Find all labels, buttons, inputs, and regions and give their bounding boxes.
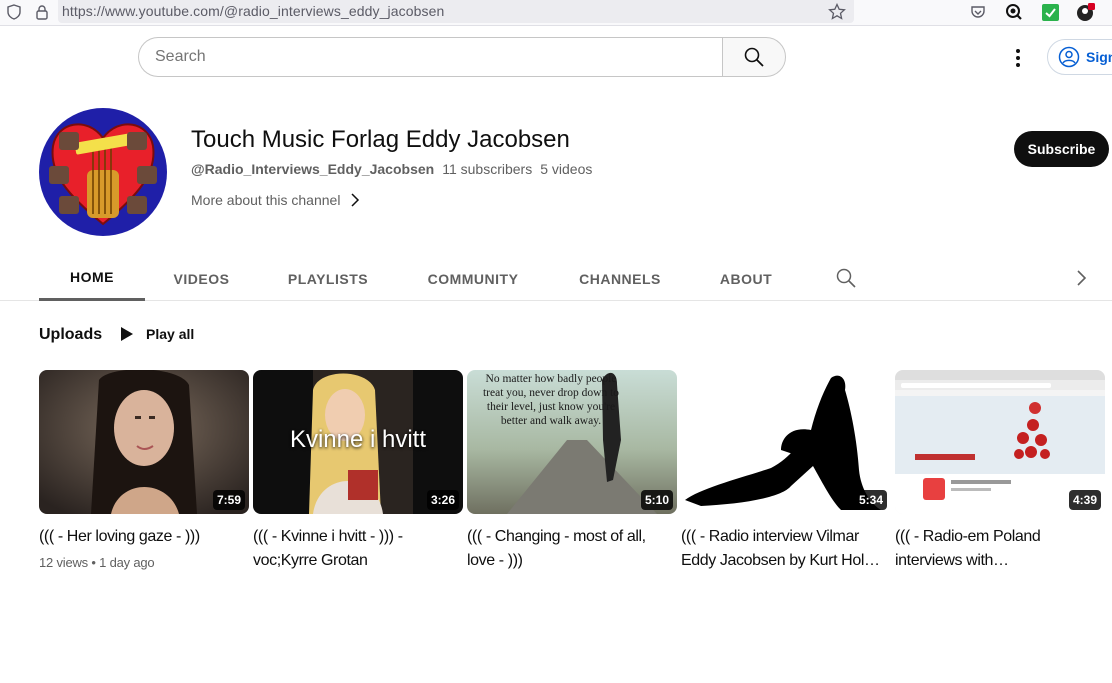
more-about-link[interactable]: More about this channel (191, 192, 360, 208)
video-meta: 12 views • 1 day ago (39, 555, 155, 570)
address-bar[interactable]: https://www.youtube.com/@radio_interview… (58, 0, 854, 23)
browser-toolbar: https://www.youtube.com/@radio_interview… (0, 0, 1112, 26)
tab-about[interactable]: ABOUT (708, 256, 784, 301)
video-duration: 3:26 (426, 490, 459, 510)
chevron-right-icon (351, 193, 360, 207)
more-about-label: More about this channel (191, 192, 341, 208)
subscribe-label: Subscribe (1027, 141, 1096, 157)
video-thumbnail[interactable]: No matter how badly people treat you, ne… (467, 370, 677, 514)
video-card: No matter how badly people treat you, ne… (467, 370, 677, 573)
search-input[interactable] (138, 37, 723, 77)
channel-tabs: HOME VIDEOS PLAYLISTS COMMUNITY CHANNELS… (0, 256, 1112, 301)
settings-menu-button[interactable] (1006, 44, 1030, 72)
video-title[interactable]: ((( - Her loving gaze - ))) (39, 525, 249, 549)
url-text: https://www.youtube.com/@radio_interview… (62, 3, 445, 19)
channel-meta: @Radio_Interviews_Eddy_Jacobsen 11 subsc… (191, 161, 592, 177)
video-title[interactable]: ((( - Changing - most of all, love - ))) (467, 525, 677, 573)
search-icon (836, 268, 856, 288)
video-duration: 4:39 (1068, 490, 1101, 510)
kebab-dot (1016, 56, 1020, 60)
channel-title: Touch Music Forlag Eddy Jacobsen (191, 126, 570, 153)
video-title[interactable]: ((( - Radio-em Poland interviews with… (895, 525, 1105, 573)
video-card: Kvinne i hvitt 3:26 ((( - Kvinne i hvitt… (253, 370, 463, 573)
uploads-heading[interactable]: Uploads (39, 326, 102, 344)
channel-search-button[interactable] (835, 267, 857, 289)
video-thumbnail[interactable]: 4:39 (895, 370, 1105, 514)
pocket-icon[interactable] (968, 2, 988, 22)
play-all-button[interactable]: Play all (120, 326, 194, 342)
tab-playlists[interactable]: PLAYLISTS (275, 256, 381, 301)
channel-handle: @Radio_Interviews_Eddy_Jacobsen (191, 161, 435, 177)
thumbnail-caption: No matter how badly people treat you, ne… (482, 373, 620, 427)
video-count: 5 videos (540, 161, 593, 177)
video-title[interactable]: ((( - Radio interview Vilmar Eddy Jacobs… (681, 525, 891, 573)
profile-extension-icon[interactable] (1076, 2, 1096, 22)
chevron-right-icon (1077, 270, 1087, 286)
kebab-dot (1016, 49, 1020, 53)
account-icon (1058, 46, 1080, 68)
extension-search-icon[interactable] (1004, 2, 1024, 22)
search-icon (744, 47, 764, 67)
tab-community[interactable]: COMMUNITY (414, 256, 532, 301)
sign-in-label: Sign in (1086, 49, 1112, 65)
subscribe-button[interactable]: Subscribe (1014, 131, 1109, 167)
video-thumbnail[interactable]: 5:34 (681, 370, 891, 514)
search-button[interactable] (722, 37, 786, 77)
shield-icon[interactable] (4, 2, 24, 22)
thumbnail-caption: Kvinne i hvitt (289, 426, 427, 453)
video-title[interactable]: ((( - Kvinne i hvitt - ))) - voc;Kyrre G… (253, 525, 463, 573)
play-icon (121, 327, 133, 341)
video-card: 7:59 ((( - Her loving gaze - ))) 12 view… (39, 370, 249, 570)
video-thumbnail[interactable]: Kvinne i hvitt 3:26 (253, 370, 463, 514)
video-duration: 7:59 (212, 490, 245, 510)
tab-videos[interactable]: VIDEOS (160, 256, 243, 301)
check-extension-icon[interactable] (1040, 2, 1060, 22)
play-all-label: Play all (146, 326, 195, 342)
subscriber-count: 11 subscribers (442, 161, 533, 177)
kebab-dot (1016, 63, 1020, 67)
video-duration: 5:10 (640, 490, 673, 510)
tabs-scroll-right-button[interactable] (1072, 268, 1090, 288)
tab-home[interactable]: HOME (39, 256, 145, 301)
lock-icon[interactable] (32, 2, 52, 22)
video-thumbnail[interactable]: 7:59 (39, 370, 249, 514)
search-box (138, 37, 786, 77)
tab-channels[interactable]: CHANNELS (566, 256, 674, 301)
video-duration: 5:34 (854, 490, 887, 510)
video-card: 4:39 ((( - Radio-em Poland interviews wi… (895, 370, 1105, 573)
bookmark-star-icon[interactable] (827, 2, 847, 22)
video-card: 5:34 ((( - Radio interview Vilmar Eddy J… (681, 370, 891, 573)
channel-avatar[interactable] (39, 108, 167, 236)
sign-in-button[interactable]: Sign in (1047, 39, 1112, 75)
